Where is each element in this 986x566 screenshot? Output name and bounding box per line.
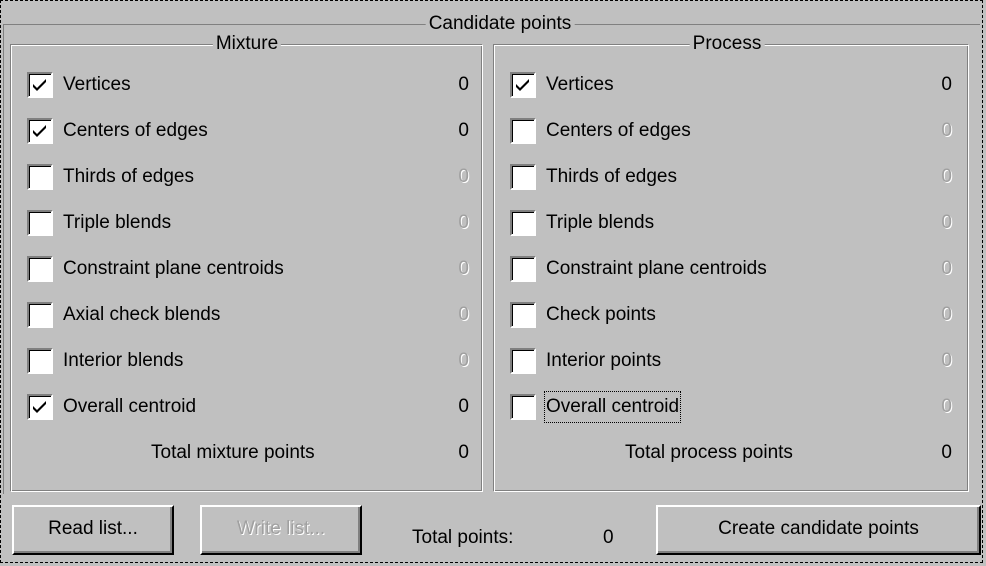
process-item-count: 0 — [941, 212, 952, 233]
checkmark-icon — [33, 79, 46, 91]
process-item-count: 0 — [941, 166, 952, 187]
create-candidate-points-button[interactable]: Create candidate points — [656, 505, 981, 555]
process-interior-points-row[interactable]: Interior points 0 — [510, 346, 952, 376]
mixture-item-label: Centers of edges — [63, 120, 208, 141]
process-check-points-row[interactable]: Check points 0 — [510, 300, 952, 330]
process-item-label: Overall centroid — [543, 391, 682, 423]
process-interior-points-checkbox[interactable] — [510, 348, 536, 374]
process-item-count: 0 — [941, 396, 952, 417]
process-item-label: Vertices — [546, 74, 614, 95]
mixture-centers-of-edges-checkbox[interactable] — [27, 118, 53, 144]
mixture-item-label: Axial check blends — [63, 304, 221, 325]
mixture-item-count: 0 — [458, 304, 469, 325]
write-list-label: Write list... — [236, 518, 326, 539]
process-overall-centroid-checkbox[interactable] — [510, 394, 536, 420]
process-item-count: 0 — [941, 350, 952, 371]
mixture-constraint-plane-centroids-row[interactable]: Constraint plane centroids 0 — [27, 254, 469, 284]
process-centers-of-edges-checkbox[interactable] — [510, 118, 536, 144]
total-process-points-label: Total process points — [625, 442, 793, 463]
mixture-item-label: Interior blends — [63, 350, 184, 371]
mixture-axial-check-blends-row[interactable]: Axial check blends 0 — [27, 300, 469, 330]
process-thirds-of-edges-row[interactable]: Thirds of edges 0 — [510, 162, 952, 192]
mixture-vertices-checkbox[interactable] — [27, 72, 53, 98]
mixture-triple-blends-checkbox[interactable] — [27, 210, 53, 236]
mixture-thirds-of-edges-checkbox[interactable] — [27, 164, 53, 190]
mixture-item-count: 0 — [458, 74, 469, 95]
candidate-points-title: Candidate points — [425, 13, 575, 35]
process-triple-blends-checkbox[interactable] — [510, 210, 536, 236]
mixture-item-count: 0 — [458, 350, 469, 371]
mixture-item-count: 0 — [458, 120, 469, 141]
total-process-points-value: 0 — [941, 442, 952, 463]
checkmark-icon — [33, 125, 46, 137]
mixture-vertices-row[interactable]: Vertices 0 — [27, 70, 469, 100]
read-list-label: Read list... — [48, 518, 138, 539]
process-item-count: 0 — [941, 74, 952, 95]
mixture-item-label: Vertices — [63, 74, 131, 95]
create-candidate-points-label: Create candidate points — [718, 518, 919, 539]
total-points-value: 0 — [603, 527, 614, 548]
mixture-overall-centroid-row[interactable]: Overall centroid 0 — [27, 392, 469, 422]
process-check-points-checkbox[interactable] — [510, 302, 536, 328]
process-group: Process Vertices 0 Centers of edges 0 Thirds… — [493, 33, 969, 492]
total-mixture-points-label: Total mixture points — [151, 442, 315, 463]
mixture-overall-centroid-checkbox[interactable] — [27, 394, 53, 420]
process-item-count: 0 — [941, 304, 952, 325]
process-item-label: Constraint plane centroids — [546, 258, 767, 279]
process-item-label: Triple blends — [546, 212, 655, 233]
process-item-count: 0 — [941, 120, 952, 141]
mixture-item-count: 0 — [458, 396, 469, 417]
process-title: Process — [689, 33, 765, 55]
process-overall-centroid-row[interactable]: Overall centroid 0 — [510, 391, 952, 423]
process-centers-of-edges-row[interactable]: Centers of edges 0 — [510, 116, 952, 146]
process-constraint-plane-centroids-row[interactable]: Constraint plane centroids 0 — [510, 254, 952, 284]
mixture-axial-check-blends-checkbox[interactable] — [27, 302, 53, 328]
mixture-centers-of-edges-row[interactable]: Centers of edges 0 — [27, 116, 469, 146]
process-vertices-row[interactable]: Vertices 0 — [510, 70, 952, 100]
mixture-group: Mixture Vertices 0 Centers of edges 0 Thirds… — [10, 33, 483, 492]
process-item-label: Centers of edges — [546, 120, 691, 141]
mixture-constraint-plane-centroids-checkbox[interactable] — [27, 256, 53, 282]
process-triple-blends-row[interactable]: Triple blends 0 — [510, 208, 952, 238]
total-points-label: Total points: — [412, 527, 514, 548]
process-item-label: Check points — [546, 304, 656, 325]
process-item-label: Interior points — [546, 350, 662, 371]
mixture-item-label: Thirds of edges — [63, 166, 194, 187]
mixture-interior-blends-checkbox[interactable] — [27, 348, 53, 374]
mixture-item-label: Triple blends — [63, 212, 172, 233]
mixture-title: Mixture — [212, 33, 282, 55]
write-list-button[interactable]: Write list... — [200, 505, 362, 555]
checkmark-icon — [516, 79, 529, 91]
mixture-item-count: 0 — [458, 166, 469, 187]
mixture-item-label: Constraint plane centroids — [63, 258, 284, 279]
total-mixture-points-value: 0 — [458, 442, 469, 463]
process-item-count: 0 — [941, 258, 952, 279]
mixture-interior-blends-row[interactable]: Interior blends 0 — [27, 346, 469, 376]
mixture-triple-blends-row[interactable]: Triple blends 0 — [27, 208, 469, 238]
mixture-item-count: 0 — [458, 258, 469, 279]
mixture-thirds-of-edges-row[interactable]: Thirds of edges 0 — [27, 162, 469, 192]
process-item-label: Thirds of edges — [546, 166, 677, 187]
process-thirds-of-edges-checkbox[interactable] — [510, 164, 536, 190]
checkmark-icon — [33, 401, 46, 413]
process-vertices-checkbox[interactable] — [510, 72, 536, 98]
mixture-item-label: Overall centroid — [63, 396, 197, 417]
process-constraint-plane-centroids-checkbox[interactable] — [510, 256, 536, 282]
mixture-item-count: 0 — [458, 212, 469, 233]
read-list-button[interactable]: Read list... — [12, 505, 174, 555]
